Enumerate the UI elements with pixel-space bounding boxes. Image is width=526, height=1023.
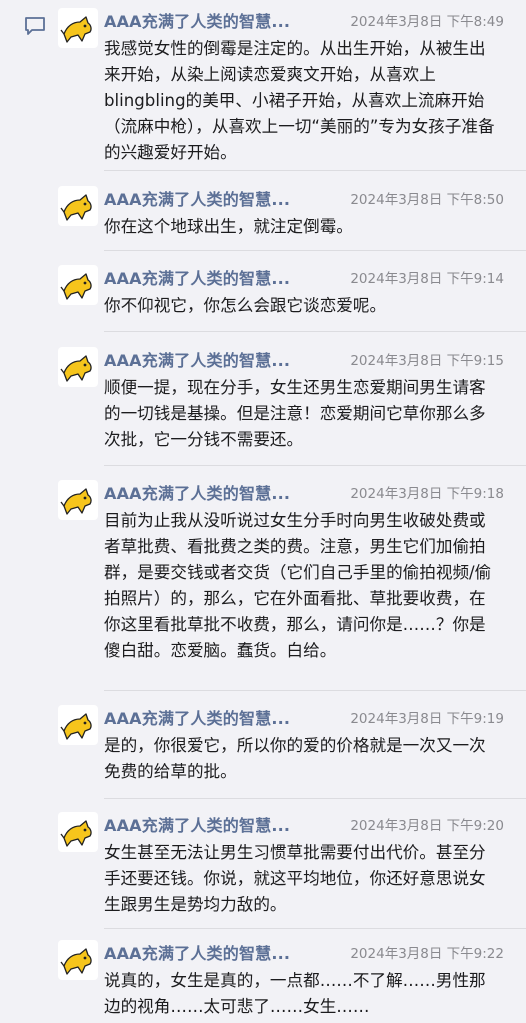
author-name[interactable]: AAA充满了人类的智慧... bbox=[104, 940, 290, 964]
comment-text: 女生甚至无法让男生习惯草批需要付出代价。甚至分手还要还钱。你说，就这平均地位，你… bbox=[104, 843, 486, 914]
comment-bubble-icon[interactable] bbox=[24, 15, 46, 37]
yellow-cat-icon bbox=[60, 16, 92, 43]
comment-text: 你在这个地球出生，就注定倒霉。 bbox=[104, 217, 353, 236]
comment-text: 是的，你很爱它，所以你的爱的价格就是一次又一次免费的给草的批。 bbox=[104, 736, 486, 781]
yellow-cat-icon bbox=[60, 713, 92, 740]
comment-time: 2024年3月8日 下午9:22 bbox=[350, 946, 504, 962]
divider bbox=[104, 465, 526, 466]
divider bbox=[104, 928, 526, 929]
divider bbox=[104, 690, 526, 691]
avatar[interactable] bbox=[58, 265, 98, 305]
avatar[interactable] bbox=[58, 940, 98, 980]
comment-time: 2024年3月8日 下午9:20 bbox=[350, 818, 504, 834]
author-name[interactable]: AAA充满了人类的智慧... bbox=[104, 347, 290, 371]
yellow-cat-icon bbox=[60, 488, 92, 515]
comment-time: 2024年3月8日 下午9:15 bbox=[350, 353, 504, 369]
comment-text: 说真的，女生是真的，一点都……不了解……男性那边的视角……太可悲了……女生…… bbox=[104, 971, 486, 1016]
comment-time: 2024年3月8日 下午8:50 bbox=[350, 192, 504, 208]
author-name[interactable]: AAA充满了人类的智慧... bbox=[104, 480, 290, 504]
yellow-cat-icon bbox=[60, 194, 92, 221]
comment-text: 你不仰视它，你怎么会跟它谈恋爱呢。 bbox=[104, 296, 387, 315]
avatar[interactable] bbox=[58, 812, 98, 852]
divider bbox=[104, 331, 526, 332]
divider bbox=[104, 798, 526, 799]
avatar[interactable] bbox=[58, 186, 98, 226]
yellow-cat-icon bbox=[60, 820, 92, 847]
divider bbox=[104, 170, 526, 171]
comment-time: 2024年3月8日 下午9:14 bbox=[350, 271, 504, 287]
comment-time: 2024年3月8日 下午9:19 bbox=[350, 711, 504, 727]
yellow-cat-icon bbox=[60, 273, 92, 300]
comment-text: 我感觉女性的倒霉是注定的。从出生开始，从被生出来开始，从染上阅读恋爱爽文开始，从… bbox=[104, 39, 495, 162]
comment-text: 顺便一提，现在分手，女生还男生恋爱期间男生请客的一切钱是基操。但是注意！恋爱期间… bbox=[104, 378, 486, 449]
author-name[interactable]: AAA充满了人类的智慧... bbox=[104, 812, 290, 836]
comment-time: 2024年3月8日 下午8:49 bbox=[350, 14, 504, 30]
avatar[interactable] bbox=[58, 480, 98, 520]
avatar[interactable] bbox=[58, 8, 98, 48]
author-name[interactable]: AAA充满了人类的智慧... bbox=[104, 265, 290, 289]
yellow-cat-icon bbox=[60, 355, 92, 382]
yellow-cat-icon bbox=[60, 948, 92, 975]
avatar[interactable] bbox=[58, 347, 98, 387]
divider bbox=[104, 250, 526, 251]
avatar[interactable] bbox=[58, 705, 98, 745]
comment-text: 目前为止我从没听说过女生分手时向男生收破处费或者草批费、看批费之类的费。注意，男… bbox=[104, 511, 492, 660]
author-name[interactable]: AAA充满了人类的智慧... bbox=[104, 186, 290, 210]
author-name[interactable]: AAA充满了人类的智慧... bbox=[104, 8, 290, 32]
comment-time: 2024年3月8日 下午9:18 bbox=[350, 486, 504, 502]
author-name[interactable]: AAA充满了人类的智慧... bbox=[104, 705, 290, 729]
